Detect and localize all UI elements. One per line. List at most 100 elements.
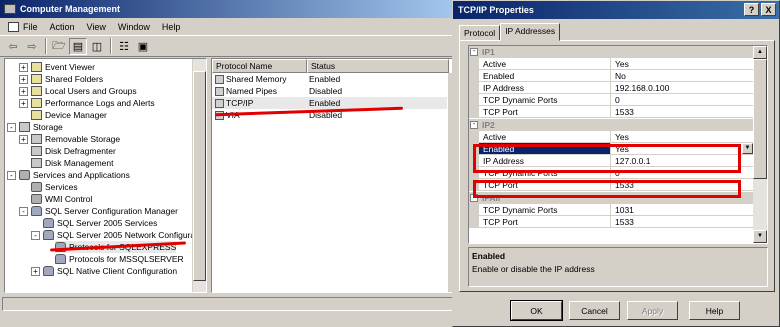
tree-scroll-thumb[interactable]	[193, 71, 206, 281]
list-row-shared-memory[interactable]: Shared Memory Enabled	[212, 73, 459, 85]
users-icon	[31, 86, 42, 96]
scroll-up-icon[interactable]: ▲	[753, 46, 767, 59]
tree-item-sql-config-manager[interactable]: - SQL Server Configuration Manager	[19, 205, 178, 217]
folder-icon	[31, 74, 42, 84]
column-status[interactable]: Status	[307, 59, 449, 73]
tree-item-services[interactable]: Services	[31, 181, 78, 193]
prop-row[interactable]: TCP Dynamic Ports 0	[469, 94, 753, 106]
wmi-control-icon	[31, 194, 42, 204]
collapse-icon[interactable]: -	[470, 48, 478, 56]
scroll-down-icon[interactable]: ▼	[753, 230, 767, 243]
close-button[interactable]: X	[761, 3, 776, 16]
list-header: Protocol Name Status	[212, 59, 459, 73]
tree-item-sql-services[interactable]: SQL Server 2005 Services	[43, 217, 157, 229]
console-tree: + Event Viewer + Shared Folders + Local Use…	[4, 58, 207, 293]
protocols-icon	[55, 254, 66, 264]
tree-item-sql-native-client[interactable]: + SQL Native Client Configuration	[31, 265, 177, 277]
prop-row[interactable]: TCP Port 1533	[469, 106, 753, 118]
tree-item-local-users[interactable]: + Local Users and Groups	[19, 85, 137, 97]
description-box: Enabled Enable or disable the IP address	[468, 247, 768, 287]
menu-action[interactable]: Action	[44, 22, 81, 32]
tree-item-shared-folders[interactable]: + Shared Folders	[19, 73, 103, 85]
event-viewer-icon	[31, 62, 42, 72]
tree-item-sql-network-config[interactable]: - SQL Server 2005 Network Configurat	[31, 229, 197, 241]
help-dialog-button[interactable]: Help	[689, 301, 740, 320]
column-protocol-name[interactable]: Protocol Name	[212, 59, 307, 73]
help-icon[interactable]: ▣	[134, 38, 152, 55]
show-tree-icon[interactable]: ▤	[69, 37, 87, 55]
group-ip2[interactable]: - IP2	[469, 119, 753, 131]
dialog-tabs: Protocol IP Addresses	[459, 23, 561, 41]
protocol-icon	[215, 98, 224, 108]
toolbar-separator	[45, 38, 47, 54]
toolbar: ⇦ ⇨ 🗁 ▤ ◫ ☷ ▣	[0, 35, 462, 57]
prop-row[interactable]: IP Address 192.168.0.100	[469, 82, 753, 94]
menu-view[interactable]: View	[81, 22, 112, 32]
apply-button[interactable]: Apply	[627, 301, 678, 320]
prop-row[interactable]: Active Yes	[469, 131, 753, 143]
forward-icon[interactable]: ⇨	[23, 38, 41, 55]
tab-ip-addresses[interactable]: IP Addresses	[500, 23, 561, 41]
mmc-titlebar[interactable]: Computer Management	[0, 0, 462, 18]
cancel-button[interactable]: Cancel	[569, 301, 620, 320]
up-folder-icon[interactable]: 🗁	[50, 38, 68, 55]
storage-icon	[19, 122, 30, 132]
dialog-titlebar[interactable]: TCP/IP Properties ? X	[453, 1, 779, 19]
sql-server-icon	[31, 206, 42, 216]
help-button[interactable]: ?	[744, 3, 759, 16]
removable-storage-icon	[31, 134, 42, 144]
description-title: Enabled	[472, 251, 506, 261]
list-row-tcpip[interactable]: TCP/IP Enabled	[212, 97, 459, 109]
tree-item-wmi-control[interactable]: WMI Control	[31, 193, 92, 205]
protocol-list: Protocol Name Status Shared Memory Enable…	[211, 58, 460, 293]
prop-row[interactable]: TCP Port 1533	[469, 216, 753, 228]
prop-row[interactable]: Active Yes	[469, 58, 753, 70]
menu-file[interactable]: File	[2, 21, 44, 32]
toolbar-separator	[110, 38, 112, 54]
dropdown-arrow-icon[interactable]: ▼	[742, 143, 753, 154]
app-icon	[8, 21, 19, 32]
annotation-box-enabled-ip	[473, 144, 741, 173]
refresh-icon[interactable]: ◫	[88, 38, 106, 55]
grid-scroll-thumb[interactable]	[753, 59, 767, 179]
mmc-title: Computer Management	[20, 4, 121, 14]
tree-item-services-applications[interactable]: - Services and Applications	[7, 169, 130, 181]
network-config-icon	[43, 230, 54, 240]
menubar: File Action View Window Help	[0, 18, 462, 35]
tree-item-event-viewer[interactable]: + Event Viewer	[19, 61, 95, 73]
prop-row[interactable]: TCP Dynamic Ports 1031	[469, 204, 753, 216]
back-icon[interactable]: ⇦	[4, 38, 22, 55]
tree-item-performance-logs[interactable]: + Performance Logs and Alerts	[19, 97, 155, 109]
defragmenter-icon	[31, 146, 42, 156]
sql-services-icon	[43, 218, 54, 228]
group-ip1[interactable]: - IP1	[469, 46, 753, 58]
services-icon	[31, 182, 42, 192]
list-row-named-pipes[interactable]: Named Pipes Disabled	[212, 85, 459, 97]
tab-protocol[interactable]: Protocol	[459, 25, 501, 41]
performance-icon	[31, 98, 42, 108]
tree-item-disk-management[interactable]: Disk Management	[31, 157, 114, 169]
tree-item-storage[interactable]: - Storage	[7, 121, 63, 133]
tree-item-removable-storage[interactable]: + Removable Storage	[19, 133, 120, 145]
menu-window[interactable]: Window	[112, 22, 156, 32]
computer-management-window: Computer Management File Action View Win…	[0, 0, 462, 327]
tree-scrollbar[interactable]	[192, 59, 206, 292]
tree-item-device-manager[interactable]: Device Manager	[31, 109, 107, 121]
tree-item-disk-defragmenter[interactable]: Disk Defragmenter	[31, 145, 116, 157]
protocol-icon	[215, 86, 224, 96]
device-manager-icon	[31, 110, 42, 120]
grid-scrollbar[interactable]: ▲ ▼	[753, 46, 767, 243]
collapse-icon[interactable]: -	[470, 121, 478, 129]
description-text: Enable or disable the IP address	[472, 264, 595, 274]
properties-icon[interactable]: ☷	[115, 38, 133, 55]
dialog-title: TCP/IP Properties	[458, 5, 534, 15]
tree-item-protocols-mssqlserver[interactable]: Protocols for MSSQLSERVER	[55, 253, 184, 265]
protocol-icon	[215, 74, 224, 84]
native-client-icon	[43, 266, 54, 276]
computer-icon	[4, 4, 16, 14]
menu-help[interactable]: Help	[156, 22, 187, 32]
status-bar	[2, 297, 460, 311]
disk-management-icon	[31, 158, 42, 168]
prop-row[interactable]: Enabled No	[469, 70, 753, 82]
ok-button[interactable]: OK	[510, 300, 563, 321]
